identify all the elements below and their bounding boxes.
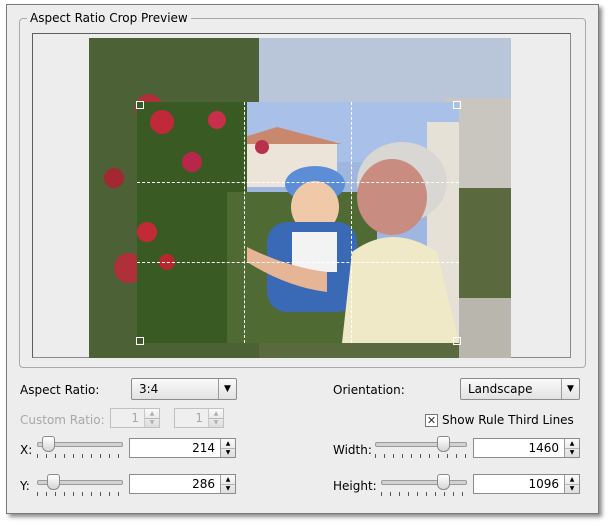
crop-handle-top-left[interactable]	[136, 101, 144, 109]
arrow-down-icon[interactable]: ▼	[565, 448, 579, 457]
y-slider-handle[interactable]	[47, 474, 60, 490]
y-value: 286	[192, 477, 215, 491]
crop-photo	[137, 102, 459, 343]
width-slider[interactable]	[375, 436, 467, 458]
orientation-value: Landscape	[468, 382, 533, 396]
chevron-down-icon: ▼	[561, 379, 579, 399]
crop-handle-top-right[interactable]	[453, 101, 461, 109]
arrow-down-icon: ▼	[213, 419, 219, 426]
height-slider-handle[interactable]	[437, 474, 450, 490]
rule-third-line-vertical-2	[351, 102, 352, 343]
x-value: 214	[192, 441, 215, 455]
x-label: X:	[20, 443, 33, 457]
orientation-label: Orientation:	[333, 383, 405, 397]
height-label: Height:	[333, 479, 377, 493]
custom-ratio-denominator-spin: 1 ▲ ▼	[174, 408, 224, 428]
chevron-down-icon: ▼	[218, 379, 236, 399]
x-slider[interactable]	[37, 436, 123, 458]
width-spin[interactable]: 1460 ▲ ▼	[473, 438, 580, 458]
custom-ratio-denominator-value: 1	[195, 411, 203, 425]
y-spin[interactable]: 286 ▲ ▼	[129, 474, 236, 494]
width-slider-handle[interactable]	[437, 436, 450, 452]
custom-ratio-label: Custom Ratio:	[20, 413, 105, 427]
crop-handle-bottom-left[interactable]	[136, 337, 144, 345]
check-icon: ✕	[426, 414, 437, 427]
x-slider-handle[interactable]	[42, 436, 55, 452]
arrow-down-icon[interactable]: ▼	[565, 484, 579, 493]
preview-image[interactable]	[89, 38, 511, 358]
orientation-combo[interactable]: Landscape ▼	[460, 378, 580, 400]
aspect-ratio-combo[interactable]: 3:4 ▼	[131, 378, 237, 400]
y-label: Y:	[20, 479, 30, 493]
width-label: Width:	[333, 443, 372, 457]
aspect-ratio-value: 3:4	[139, 382, 159, 396]
crop-selection[interactable]	[137, 102, 459, 343]
custom-ratio-numerator-spin: 1 ▲ ▼	[110, 408, 160, 428]
custom-ratio-numerator-value: 1	[131, 411, 139, 425]
show-rule-third-lines-label[interactable]: Show Rule Third Lines	[442, 413, 574, 427]
crop-handle-bottom-right[interactable]	[453, 337, 461, 345]
height-spin[interactable]: 1096 ▲ ▼	[473, 474, 580, 494]
y-slider[interactable]	[37, 474, 123, 496]
arrow-down-icon[interactable]: ▼	[221, 448, 235, 457]
show-rule-third-lines-checkbox[interactable]: ✕	[425, 414, 438, 427]
aspect-ratio-label: Aspect Ratio:	[20, 383, 100, 397]
rule-third-line-horizontal-2	[137, 262, 459, 263]
width-value: 1460	[528, 441, 559, 455]
height-value: 1096	[528, 477, 559, 491]
rule-third-line-vertical-1	[244, 102, 245, 343]
arrow-down-icon: ▼	[149, 419, 155, 426]
rule-third-line-horizontal-1	[137, 182, 459, 183]
arrow-down-icon[interactable]: ▼	[221, 484, 235, 493]
height-slider[interactable]	[381, 474, 467, 496]
x-spin[interactable]: 214 ▲ ▼	[129, 438, 236, 458]
aspect-ratio-crop-dialog: Aspect Ratio Crop Preview Aspect Ratio: …	[6, 4, 599, 514]
crop-preview-group-title: Aspect Ratio Crop Preview	[27, 11, 191, 25]
